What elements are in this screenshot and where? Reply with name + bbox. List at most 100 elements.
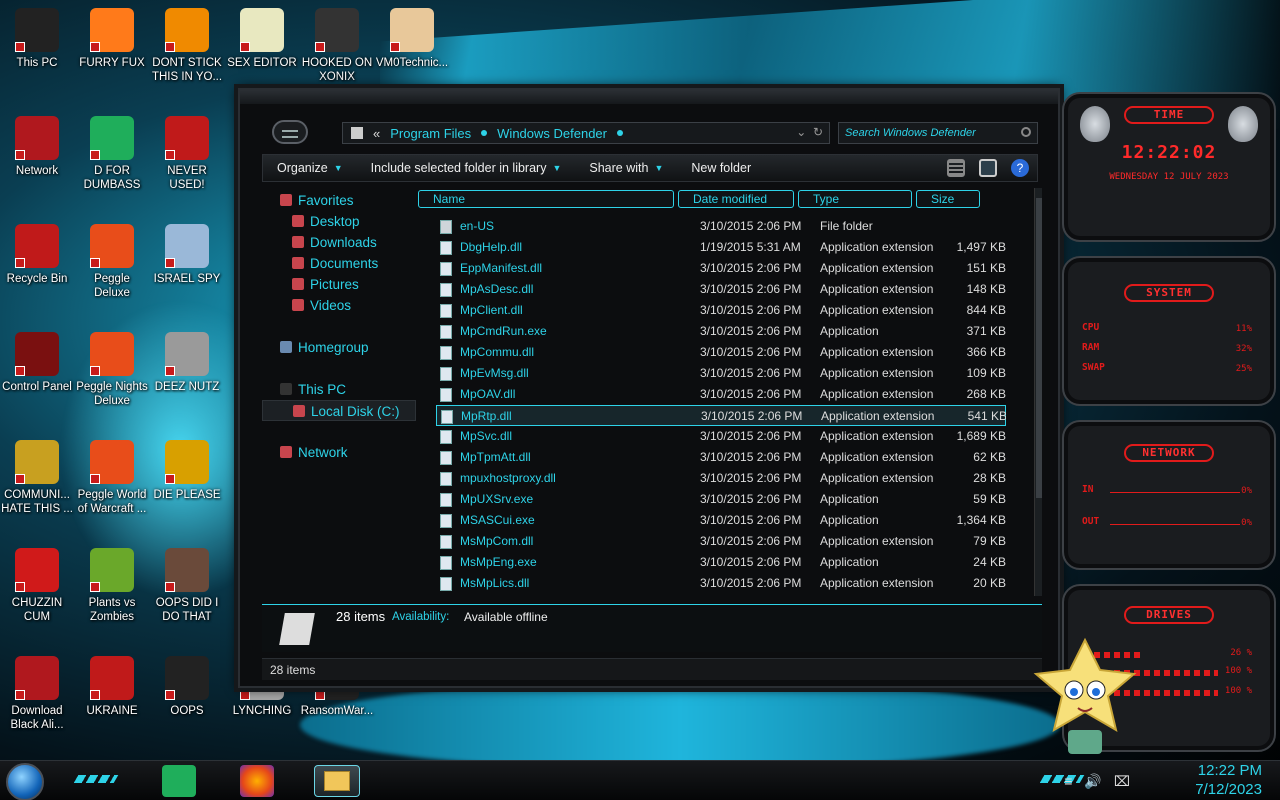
file-row[interactable]: DbgHelp.dll 1/19/2015 5:31 AM Application … xyxy=(436,237,1006,258)
share-with-button[interactable]: Share with ▼ xyxy=(575,161,677,175)
file-row[interactable]: MpCommu.dll 3/10/2015 2:06 PM Application … xyxy=(436,342,1006,363)
cpu-label: CPU xyxy=(1082,322,1100,333)
taskbar-clock[interactable]: 12:22 PM 7/12/2023 xyxy=(1195,761,1262,799)
file-row[interactable]: MsMpEng.exe 3/10/2015 2:06 PM Application 2… xyxy=(436,552,1006,573)
file-row[interactable]: MSASCui.exe 3/10/2015 2:06 PM Application 1… xyxy=(436,510,1006,531)
column-type[interactable]: Type xyxy=(798,190,912,208)
desktop-icon[interactable]: DONT STICK THIS IN YO... xyxy=(150,8,224,84)
action-center-icon[interactable]: ≡ xyxy=(1064,773,1072,790)
desktop-icon[interactable]: UKRAINE xyxy=(75,656,149,718)
breadcrumb-separator-icon[interactable] xyxy=(616,130,623,136)
nav-pictures[interactable]: Pictures xyxy=(262,274,416,295)
breadcrumb-separator-icon[interactable] xyxy=(481,130,488,136)
column-size[interactable]: Size xyxy=(916,190,980,208)
taskbar-file-explorer[interactable] xyxy=(314,765,360,797)
desktop-icon[interactable]: SEX EDITOR xyxy=(225,8,299,70)
explorer-window[interactable]: « Program Files Windows Defender ⌄ ↻ Sea… xyxy=(238,88,1060,688)
file-name: MpEvMsg.dll xyxy=(460,366,529,380)
breadcrumb-windows-defender[interactable]: Windows Defender xyxy=(497,126,607,141)
taskbar-firefox[interactable] xyxy=(240,765,274,797)
nav-documents[interactable]: Documents xyxy=(262,253,416,274)
file-row[interactable]: MpAsDesc.dll 3/10/2015 2:06 PM Application… xyxy=(436,279,1006,300)
column-name[interactable]: Name xyxy=(418,190,674,208)
desktop-icon[interactable]: HOOKED ON XONIX xyxy=(300,8,374,84)
file-row[interactable]: MpUXSrv.exe 3/10/2015 2:06 PM Application 5… xyxy=(436,489,1006,510)
desktop-icon[interactable]: Control Panel xyxy=(0,332,74,394)
app-icon xyxy=(90,548,134,592)
desktop-icon[interactable]: FURRY FUX xyxy=(75,8,149,70)
search-input[interactable]: Search Windows Defender xyxy=(838,122,1038,144)
help-icon[interactable]: ? xyxy=(1011,159,1029,177)
desktop-icon[interactable]: Download Black Ali... xyxy=(0,656,74,732)
include-in-library-button[interactable]: Include selected folder in library ▼ xyxy=(357,161,576,175)
scrollbar-thumb[interactable] xyxy=(1036,198,1042,498)
desktop-icon[interactable]: This PC xyxy=(0,8,74,70)
desktop-icon[interactable]: D FOR DUMBASS xyxy=(75,116,149,192)
system-gadget[interactable]: SYSTEM CPU 11% RAM 32% SWAP 25% xyxy=(1062,256,1276,406)
vertical-scrollbar[interactable] xyxy=(1034,188,1042,596)
time-gadget[interactable]: TIME 12:22:02 WEDNESDAY 12 JULY 2023 xyxy=(1062,92,1276,242)
availability-label: Availability: xyxy=(392,611,450,623)
address-dropdown-refresh-icons[interactable]: ⌄ ↻ xyxy=(796,125,823,139)
nav-desktop[interactable]: Desktop xyxy=(262,211,416,232)
nav-downloads[interactable]: Downloads xyxy=(262,232,416,253)
desktop-icon[interactable]: Peggle World of Warcraft ... xyxy=(75,440,149,516)
desktop-icon[interactable]: VM0Technic... xyxy=(375,8,449,70)
file-row[interactable]: MpClient.dll 3/10/2015 2:06 PM Application… xyxy=(436,300,1006,321)
file-name: MpCommu.dll xyxy=(460,345,535,359)
file-row[interactable]: MsMpLics.dll 3/10/2015 2:06 PM Application… xyxy=(436,573,1006,594)
desktop-icon[interactable]: COMMUNI... HATE THIS ... xyxy=(0,440,74,516)
desktop-icon[interactable]: OOPS xyxy=(150,656,224,718)
recent-locations-chevron[interactable]: « xyxy=(373,126,380,141)
shortcut-arrow-icon xyxy=(165,150,175,160)
file-row[interactable]: MpRtp.dll 3/10/2015 2:06 PM Application ex… xyxy=(436,405,1006,426)
nav-network[interactable]: Network xyxy=(262,442,416,463)
file-row[interactable]: MsMpCom.dll 3/10/2015 2:06 PM Application … xyxy=(436,531,1006,552)
network-gadget[interactable]: NETWORK IN 0% OUT 0% xyxy=(1062,420,1276,570)
change-view-icon[interactable] xyxy=(947,159,965,177)
nav-homegroup[interactable]: Homegroup xyxy=(262,337,416,358)
network-tray-icon[interactable]: ⌧ xyxy=(1114,773,1130,790)
chevron-down-icon: ▼ xyxy=(552,163,562,173)
file-size: 79 KB xyxy=(973,534,1006,548)
desktop-icon[interactable]: Peggle Deluxe xyxy=(75,224,149,300)
file-row[interactable]: MpTpmAtt.dll 3/10/2015 2:06 PM Application… xyxy=(436,447,1006,468)
new-folder-button[interactable]: New folder xyxy=(677,161,765,175)
start-button[interactable] xyxy=(6,763,44,800)
file-row[interactable]: MpEvMsg.dll 3/10/2015 2:06 PM Application … xyxy=(436,363,1006,384)
nav-local-disk[interactable]: Local Disk (C:) xyxy=(262,400,416,421)
file-row[interactable]: MpOAV.dll 3/10/2015 2:06 PM Application ex… xyxy=(436,384,1006,405)
desktop-icon[interactable]: CHUZZIN CUM xyxy=(0,548,74,624)
taskbar-sticky-notes[interactable] xyxy=(162,765,196,797)
file-date: 3/10/2015 2:06 PM xyxy=(700,345,802,359)
address-bar[interactable]: « Program Files Windows Defender ⌄ ↻ xyxy=(342,122,830,144)
column-date[interactable]: Date modified xyxy=(678,190,794,208)
file-row[interactable]: EppManifest.dll 3/10/2015 2:06 PM Applicat… xyxy=(436,258,1006,279)
file-row[interactable]: MpCmdRun.exe 3/10/2015 2:06 PM Application… xyxy=(436,321,1006,342)
desktop-icon[interactable]: Network xyxy=(0,116,74,178)
nav-label: Desktop xyxy=(310,214,360,229)
back-forward-button[interactable] xyxy=(272,120,308,144)
search-icon[interactable] xyxy=(1021,127,1031,137)
desktop-icon[interactable]: Peggle Nights Deluxe xyxy=(75,332,149,408)
desktop-icon[interactable]: Plants vs Zombies xyxy=(75,548,149,624)
chevron-down-icon: ▼ xyxy=(333,163,343,173)
nav-videos[interactable]: Videos xyxy=(262,295,416,316)
desktop-icon[interactable]: DEEZ NUTZ xyxy=(150,332,224,394)
breadcrumb-program-files[interactable]: Program Files xyxy=(390,126,471,141)
desktop-icon[interactable]: Recycle Bin xyxy=(0,224,74,286)
desktop-icon[interactable]: ISRAEL SPY xyxy=(150,224,224,286)
nav-this-pc[interactable]: This PC xyxy=(262,379,416,400)
window-title-bar[interactable] xyxy=(240,90,1058,104)
preview-pane-icon[interactable] xyxy=(979,159,997,177)
desktop-icon[interactable]: NEVER USED! xyxy=(150,116,224,192)
desktop-icon[interactable]: DIE PLEASE xyxy=(150,440,224,502)
nav-favorites[interactable]: Favorites xyxy=(262,190,416,211)
volume-icon[interactable]: 🔊 xyxy=(1084,773,1101,790)
organize-button[interactable]: Organize ▼ xyxy=(263,161,357,175)
file-row[interactable]: MpSvc.dll 3/10/2015 2:06 PM Application ex… xyxy=(436,426,1006,447)
desktop-icon-label: ISRAEL SPY xyxy=(153,273,221,285)
file-row[interactable]: en-US 3/10/2015 2:06 PM File folder xyxy=(436,216,1006,237)
desktop-icon[interactable]: OOPS DID I DO THAT xyxy=(150,548,224,624)
file-row[interactable]: mpuxhostproxy.dll 3/10/2015 2:06 PM Applic… xyxy=(436,468,1006,489)
